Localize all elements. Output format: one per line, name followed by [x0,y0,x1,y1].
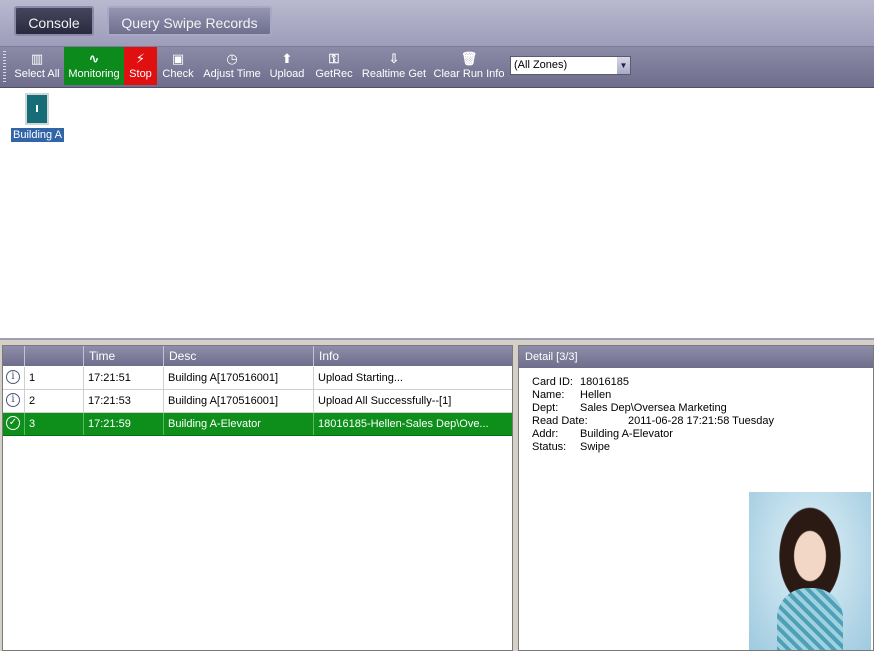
column-header-time[interactable]: Time [83,346,163,366]
getrec-button[interactable]: ⚿ GetRec [311,47,357,85]
check-circle-icon: ✓ [6,416,20,430]
detail-field-status: Status: Swipe [532,441,774,454]
row-info: 18016185-Hellen-Sales Dep\Ove... [313,413,512,435]
stop-button[interactable]: ⚡ Stop [124,47,157,85]
row-desc: Building A[170516001] [163,390,313,412]
clear-run-info-label: Clear Run Info [433,68,505,80]
realtime-get-label: Realtime Get [361,68,427,80]
select-all-label: Select All [14,68,60,80]
table-row[interactable]: i 2 17:21:53 Building A[170516001] Uploa… [3,390,512,413]
lower-area: Time Desc Info i 1 17:21:51 Building A[1… [0,340,874,651]
column-header-desc[interactable]: Desc [163,346,313,366]
field-key: Addr: [532,428,559,440]
field-key: Dept: [532,402,559,414]
adjust-time-label: Adjust Time [203,68,261,80]
field-key: Read Date: [532,415,588,427]
chevron-down-icon[interactable]: ▼ [617,57,630,74]
detail-panel: Detail [3/3] Card ID: 18016185 Name: Helle… [518,345,874,651]
monitoring-label: Monitoring [68,68,120,80]
field-value: Building A-Elevator [580,428,673,440]
row-info: Upload Starting... [313,367,512,389]
row-time: 17:21:53 [83,390,163,412]
grid-header: Time Desc Info [3,346,512,366]
upload-label: Upload [269,68,305,80]
adjust-time-button[interactable]: ◷ Adjust Time [200,47,264,85]
photo-figure [777,588,843,650]
upload-arrow-icon: ⬆ [281,51,293,66]
table-row-selected[interactable]: ✓ 3 17:21:59 Building A-Elevator 1801618… [3,413,512,436]
detail-fields: Card ID: 18016185 Name: Hellen Dept: Sales … [532,376,774,454]
run-log-grid: Time Desc Info i 1 17:21:51 Building A[1… [2,345,513,651]
getrec-label: GetRec [315,68,353,80]
device-label: Building A [11,128,64,142]
field-value: Swipe [580,441,610,453]
field-value: Hellen [580,389,612,401]
detail-title: Detail [3/3] [519,346,873,368]
info-icon: i [6,393,20,407]
zone-select[interactable]: (All Zones) ▼ [510,56,631,75]
row-time: 17:21:51 [83,367,163,389]
detail-field-dept: Dept: Sales Dep\Oversea Marketing [532,402,774,415]
check-label: Check [162,68,194,80]
top-tab-bar: Console Query Swipe Records [0,0,874,47]
field-key: Status: [532,441,567,453]
column-header-index[interactable] [24,346,83,366]
toolbar: ▥ Select All ∿ Monitoring ⚡ Stop ▣ Check… [0,47,874,88]
monitoring-button[interactable]: ∿ Monitoring [64,47,124,85]
tab-console[interactable]: Console [14,6,94,36]
clear-run-info-button[interactable]: 🗑 Clear Run Info [431,47,507,85]
detail-field-read-date: Read Date: 2011-06-28 17:21:58 Tuesday [532,415,774,428]
device-panel: Building A [0,88,874,340]
check-button[interactable]: ▣ Check [158,47,198,85]
clock-icon: ◷ [226,51,238,66]
row-info: Upload All Successfully--[1] [313,390,512,412]
detail-field-card-id: Card ID: 18016185 [532,376,774,389]
row-index: 3 [24,413,83,435]
row-desc: Building A-Elevator [163,413,313,435]
detail-field-addr: Addr: Building A-Elevator [532,428,774,441]
zone-select-value: (All Zones) [514,59,568,71]
stop-label: Stop [129,68,152,80]
select-all-icon: ▥ [30,51,44,66]
device-building-a[interactable]: Building A [11,91,64,142]
select-all-button[interactable]: ▥ Select All [10,47,64,85]
door-icon [25,93,49,125]
field-value: 2011-06-28 17:21:58 Tuesday [628,415,774,427]
field-key: Name: [532,389,565,401]
row-time: 17:21:59 [83,413,163,435]
detail-field-name: Name: Hellen [532,389,774,402]
info-icon: i [6,370,20,384]
toolbar-grip[interactable] [3,51,6,83]
row-index: 2 [24,390,83,412]
realtime-get-button[interactable]: ⇩ Realtime Get [359,47,429,85]
column-header-info[interactable]: Info [313,346,512,366]
column-header-icon[interactable] [3,346,24,366]
monitoring-icon: ∿ [88,51,100,66]
realtime-get-icon: ⇩ [388,51,400,66]
get-record-icon: ⚿ [329,51,339,66]
field-key: Card ID: [532,376,573,388]
trash-icon: 🗑 [460,51,478,66]
field-value: Sales Dep\Oversea Marketing [580,402,727,414]
row-desc: Building A[170516001] [163,367,313,389]
tab-query-swipe-records[interactable]: Query Swipe Records [107,6,272,36]
stop-icon: ⚡ [135,51,146,66]
upload-button[interactable]: ⬆ Upload [266,47,308,85]
field-value: 18016185 [580,376,629,388]
table-row[interactable]: i 1 17:21:51 Building A[170516001] Uploa… [3,367,512,390]
row-index: 1 [24,367,83,389]
check-icon: ▣ [171,51,185,66]
cardholder-photo [749,492,871,650]
